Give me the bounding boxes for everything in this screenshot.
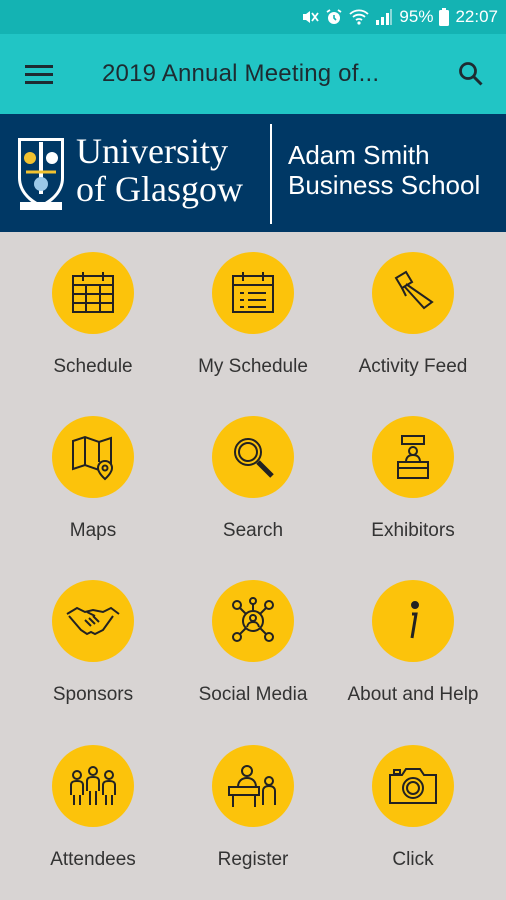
tile-click[interactable]: Click: [329, 745, 497, 872]
status-bar: 95% 22:07: [0, 0, 506, 34]
tile-about-help-circle: [372, 580, 454, 662]
search-button[interactable]: [436, 34, 506, 114]
university-banner: University of Glasgow Adam Smith Busines…: [0, 114, 506, 232]
tile-schedule-circle: [52, 252, 134, 334]
tile-label: My Schedule: [198, 356, 308, 377]
tile-register[interactable]: Register: [169, 745, 337, 872]
tile-label: Social Media: [198, 684, 308, 705]
tile-label: Attendees: [50, 849, 136, 870]
magnifier-icon: [234, 438, 274, 478]
tile-label: Activity Feed: [358, 356, 468, 377]
tile-social-media[interactable]: Social Media: [169, 580, 337, 707]
tile-label: Register: [217, 849, 289, 870]
calendar-list-icon: [232, 272, 274, 313]
tile-label: Exhibitors: [371, 520, 455, 541]
tile-social-media-circle: [212, 580, 294, 662]
tile-label: Sponsors: [52, 684, 134, 705]
tile-activity-feed-circle: [372, 252, 454, 334]
university-name: University of Glasgow: [76, 132, 243, 208]
camera-icon: [389, 768, 437, 804]
tile-my-schedule[interactable]: My Schedule: [169, 252, 337, 379]
handshake-icon: [66, 606, 120, 636]
tile-click-circle: [372, 745, 454, 827]
app-bar: 2019 Annual Meeting of...: [0, 34, 506, 114]
tile-label: Click: [392, 849, 434, 870]
tile-activity-feed[interactable]: Activity Feed: [329, 252, 497, 379]
map-icon: [72, 435, 114, 481]
mute-icon: [301, 8, 320, 26]
tile-label: About and Help: [347, 684, 479, 705]
wifi-icon: [349, 8, 370, 26]
university-name-line2: of Glasgow: [76, 169, 243, 209]
tile-maps-circle: [52, 416, 134, 498]
alarm-icon: [325, 8, 343, 26]
info-icon: [410, 601, 419, 639]
registration-desk-icon: [228, 765, 276, 807]
tile-my-schedule-circle: [212, 252, 294, 334]
battery-percent: 95%: [399, 7, 434, 26]
exhibitor-booth-icon: [397, 435, 429, 479]
school-name: Adam Smith Business School: [288, 140, 480, 200]
signal-icon: [375, 8, 393, 26]
clock: 22:07: [455, 7, 498, 26]
tile-search[interactable]: Search: [169, 416, 337, 543]
battery-icon: [439, 8, 450, 26]
tile-exhibitors-circle: [372, 416, 454, 498]
university-crest-logo: [18, 138, 64, 210]
tile-attendees[interactable]: Attendees: [9, 745, 177, 872]
tile-register-circle: [212, 745, 294, 827]
page-title: 2019 Annual Meeting of...: [102, 60, 380, 87]
hamburger-menu-icon: [25, 65, 53, 84]
banner-divider: [270, 124, 272, 224]
social-network-icon: [232, 597, 274, 642]
tile-exhibitors[interactable]: Exhibitors: [329, 416, 497, 543]
tile-search-circle: [212, 416, 294, 498]
tile-about-help[interactable]: About and Help: [329, 580, 497, 707]
tile-attendees-circle: [52, 745, 134, 827]
tile-maps[interactable]: Maps: [9, 416, 177, 543]
tile-sponsors-circle: [52, 580, 134, 662]
search-icon: [459, 62, 483, 86]
university-name-line1: University: [76, 131, 228, 171]
menu-button[interactable]: [0, 34, 78, 114]
people-icon: [70, 766, 116, 805]
tile-label: Search: [222, 520, 284, 541]
tile-label: Schedule: [53, 356, 133, 377]
tile-sponsors[interactable]: Sponsors: [9, 580, 177, 707]
megaphone-icon: [394, 270, 434, 310]
calendar-icon: [72, 272, 114, 313]
school-name-line2: Business School: [288, 170, 481, 200]
tile-label: Maps: [69, 520, 117, 541]
school-name-line1: Adam Smith: [288, 140, 430, 170]
tile-schedule[interactable]: Schedule: [9, 252, 177, 379]
